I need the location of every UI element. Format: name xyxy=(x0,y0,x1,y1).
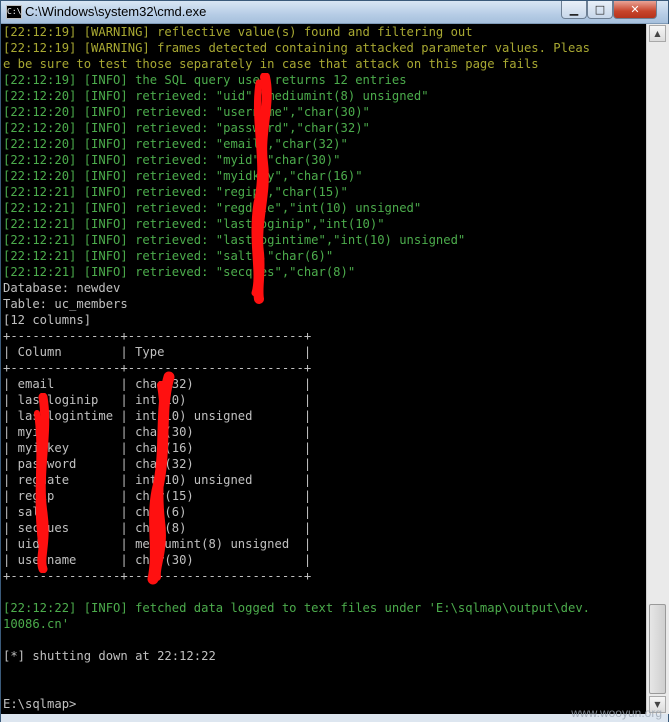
console-line: [22:12:20] [INFO] retrieved: "username",… xyxy=(3,105,370,119)
console-line: | secques | char(8) | xyxy=(3,521,312,535)
maximize-button[interactable]: □ xyxy=(587,1,613,19)
window-bottom-border xyxy=(1,714,668,722)
minimize-button[interactable]: ▁ xyxy=(561,1,587,19)
console-line: | regip | char(15) | xyxy=(3,489,312,503)
console-line: [22:12:22] [INFO] fetched data logged to… xyxy=(3,601,590,615)
close-button[interactable]: ✕ xyxy=(613,1,657,19)
console-line: [22:12:20] [INFO] retrieved: "password",… xyxy=(3,121,370,135)
console-line: [22:12:21] [INFO] retrieved: "lastlogini… xyxy=(3,217,385,231)
console-line: | myidkey | char(16) | xyxy=(3,441,312,455)
vertical-scrollbar[interactable]: ▲ ▼ xyxy=(646,24,669,714)
watermark: www.wooyun.org xyxy=(571,706,662,720)
console-line: | username | char(30) | xyxy=(3,553,312,567)
console-line: [22:12:21] [INFO] retrieved: "regip","ch… xyxy=(3,185,348,199)
console-line: +---------------+-----------------------… xyxy=(3,569,312,583)
console-line: | password | char(32) | xyxy=(3,457,312,471)
console-line: [22:12:20] [INFO] retrieved: "myidkey","… xyxy=(3,169,363,183)
console-line: [22:12:19] [WARNING] frames detected con… xyxy=(3,41,590,55)
scrollbar-thumb[interactable] xyxy=(649,604,666,694)
cmd-icon: C:\ xyxy=(6,5,22,19)
console-output[interactable]: [22:12:19] [WARNING] reflective value(s)… xyxy=(1,24,646,714)
console-line: | lastloginip | int(10) | xyxy=(3,393,312,407)
scroll-up-arrow-icon[interactable]: ▲ xyxy=(649,25,666,42)
title-bar[interactable]: C:\ C:\Windows\system32\cmd.exe ▁ □ ✕ xyxy=(1,1,668,24)
console-line: 10086.cn' xyxy=(3,617,70,631)
console-line: +---------------+-----------------------… xyxy=(3,329,312,343)
console-line: [22:12:21] [INFO] retrieved: "regdate","… xyxy=(3,201,422,215)
console-line: Database: newdev xyxy=(3,281,121,295)
console-line: +---------------+-----------------------… xyxy=(3,361,312,375)
console-line: [22:12:21] [INFO] retrieved: "lastlogint… xyxy=(3,233,466,247)
console-line: | myid | char(30) | xyxy=(3,425,312,439)
console-line: [*] shutting down at 22:12:22 xyxy=(3,649,216,663)
console-line: | Column | Type | xyxy=(3,345,312,359)
console-line: [12 columns] xyxy=(3,313,92,327)
console-line: | email | char(32) | xyxy=(3,377,312,391)
console-line: [22:12:20] [INFO] retrieved: "email","ch… xyxy=(3,137,348,151)
console-line: e be sure to test those separately in ca… xyxy=(3,57,539,71)
console-line: Table: uc_members xyxy=(3,297,128,311)
console-line: [22:12:20] [INFO] retrieved: "uid","medi… xyxy=(3,89,429,103)
console-line: | salt | char(6) | xyxy=(3,505,312,519)
console-line: | regdate | int(10) unsigned | xyxy=(3,473,312,487)
cmd-window: C:\ C:\Windows\system32\cmd.exe ▁ □ ✕ [2… xyxy=(0,0,669,722)
console-line: [22:12:19] [WARNING] reflective value(s)… xyxy=(3,25,473,39)
console-line: [22:12:20] [INFO] retrieved: "myid","cha… xyxy=(3,153,341,167)
console-line: [22:12:19] [INFO] the SQL query used ret… xyxy=(3,73,407,87)
window-title: C:\Windows\system32\cmd.exe xyxy=(25,4,207,19)
console-line: [22:12:21] [INFO] retrieved: "salt","cha… xyxy=(3,249,334,263)
console-line: [22:12:21] [INFO] retrieved: "secques","… xyxy=(3,265,356,279)
console-line: E:\sqlmap> xyxy=(3,697,77,711)
console-line: | uid | mediumint(8) unsigned | xyxy=(3,537,312,551)
console-line: | lastlogintime | int(10) unsigned | xyxy=(3,409,312,423)
